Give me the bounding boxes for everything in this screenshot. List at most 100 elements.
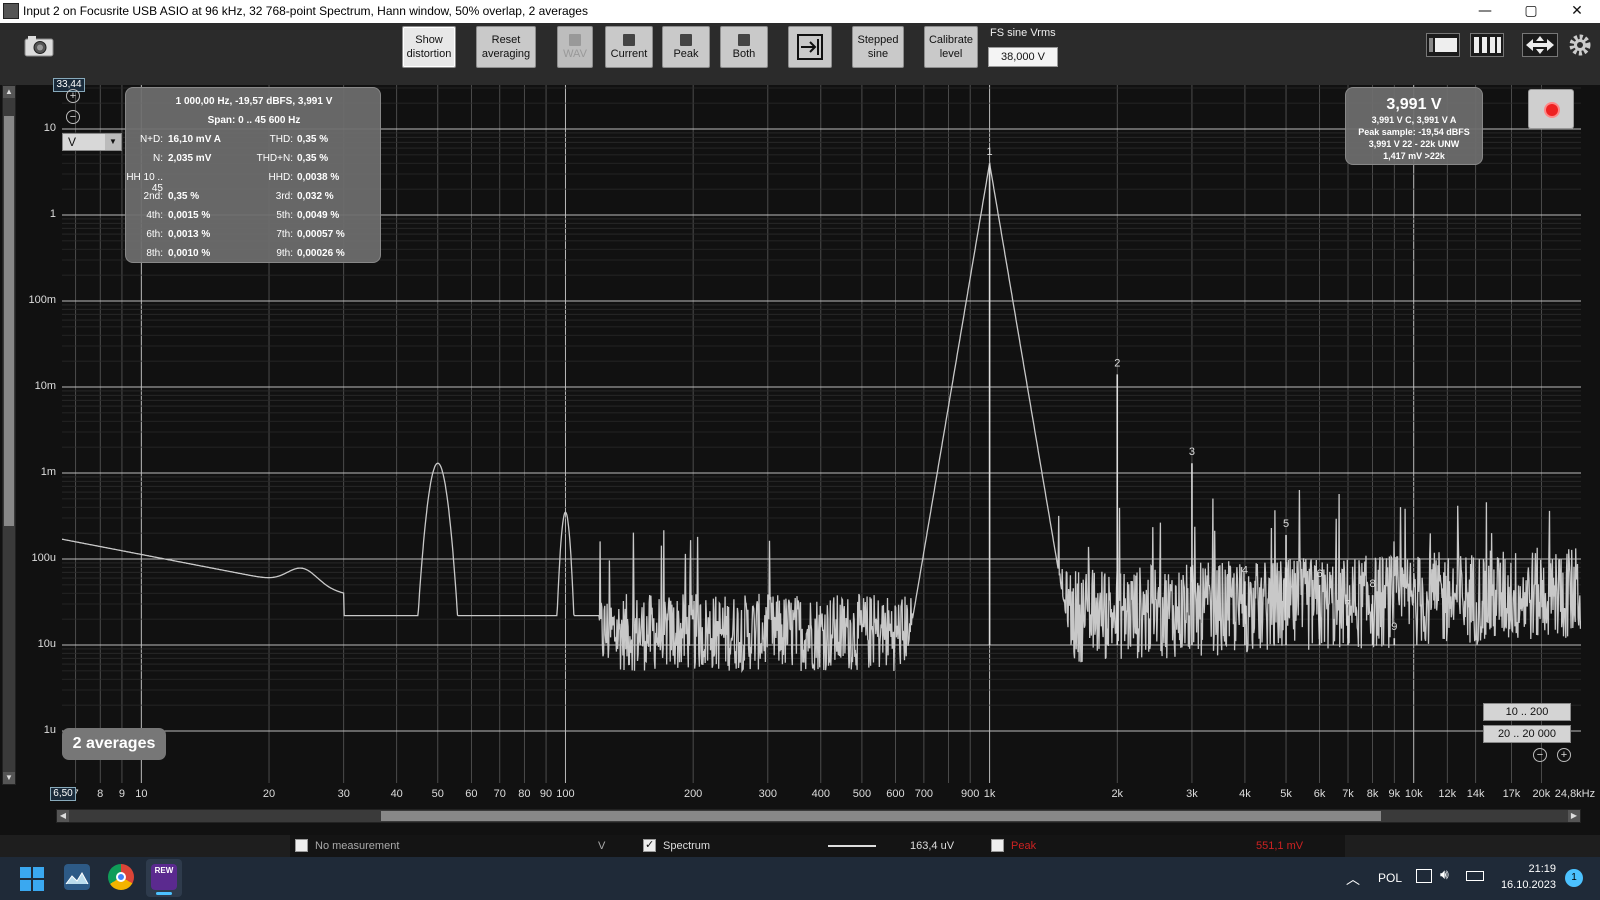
distortion-value: 0,0015 % — [168, 210, 211, 221]
stepped-sine-button[interactable]: Stepped sine — [852, 26, 904, 68]
clock-time[interactable]: 21:19 — [1500, 863, 1556, 875]
spectrum-line-swatch — [828, 845, 876, 847]
chrome-app-icon[interactable] — [108, 864, 134, 890]
peak-button[interactable]: Peak — [662, 26, 710, 68]
volume-icon[interactable]: 🔊︎ — [1440, 867, 1449, 883]
x-tick-label: 300 — [758, 788, 777, 800]
scroll-down-icon[interactable]: ▼ — [3, 772, 15, 784]
record-button[interactable] — [1528, 89, 1574, 129]
scroll-left-icon[interactable]: ◀ — [57, 810, 69, 822]
distortion-value: 0,00026 % — [297, 248, 345, 259]
x-axis-left-value[interactable]: 6,50 — [50, 787, 76, 801]
y-tick-label: 10 — [43, 122, 56, 134]
vertical-scrollbar[interactable]: ▲ ▼ — [2, 85, 16, 785]
settings-gear-icon[interactable] — [1568, 33, 1592, 57]
vertical-scroll-thumb[interactable] — [4, 116, 14, 526]
wav-button[interactable]: WAV — [557, 26, 593, 68]
export-button[interactable] — [788, 26, 832, 68]
distortion-value: 0,35 % — [297, 153, 329, 164]
horizontal-scroll-thumb[interactable] — [381, 811, 1381, 821]
x-tick-label: 5k — [1280, 788, 1292, 800]
distortion-label: THD: — [269, 134, 293, 145]
record-icon — [1546, 104, 1558, 116]
language-indicator[interactable]: POL — [1378, 871, 1402, 885]
horizontal-scrollbar[interactable]: ◀ ▶ — [56, 809, 1581, 823]
tray-chevron-icon[interactable]: ︿ — [1346, 869, 1360, 889]
distortion-value: 0,0013 % — [168, 229, 211, 240]
current-label: Current — [610, 47, 648, 60]
network-icon[interactable] — [1416, 869, 1432, 883]
x-tick-label: 7k — [1342, 788, 1354, 800]
peak-checkbox[interactable] — [991, 839, 1004, 852]
x-tick-label: 400 — [811, 788, 830, 800]
y-tick-label: 100m — [28, 294, 56, 306]
x-tick-label: 40 — [390, 788, 403, 800]
x-tick-label: 1k — [983, 788, 996, 800]
unit-select[interactable]: V ▼ — [62, 133, 122, 151]
distortion-span: Span: 0 .. 45 600 Hz — [207, 115, 301, 126]
x-tick-label: 9 — [118, 788, 125, 800]
wav-label: WAV — [563, 47, 587, 60]
x-tick-label: 10k — [1404, 788, 1423, 800]
reset-averaging-label-1: Reset — [491, 34, 521, 46]
calibrate-level-button[interactable]: Calibrate level — [924, 26, 978, 68]
photos-app-icon[interactable] — [64, 864, 90, 890]
spectrum-checkbox[interactable] — [643, 838, 656, 852]
windows-start-icon[interactable] — [20, 867, 44, 891]
y-zoom-out-icon[interactable]: − — [66, 110, 80, 124]
minimize-button[interactable]: — — [1462, 0, 1508, 22]
clock-date[interactable]: 16.10.2023 — [1496, 879, 1556, 891]
rew-taskbar-button[interactable]: REW — [146, 859, 182, 897]
app-icon — [3, 3, 19, 19]
maximize-button[interactable]: ▢ — [1508, 0, 1554, 22]
graph-area[interactable]: ▲ ▼ 123456789 101100m10m1m100u10u1u 7891… — [0, 78, 1600, 835]
x-tick-label: 700 — [914, 788, 934, 800]
harmonic-label: 9 — [1391, 621, 1397, 633]
x-zoom-out-icon[interactable]: − — [1533, 748, 1547, 762]
range-10-200-button[interactable]: 10 .. 200 — [1483, 703, 1571, 721]
current-button[interactable]: Current — [605, 26, 653, 68]
x-tick-label: 30 — [337, 788, 350, 800]
distortion-label: 5th: — [276, 210, 293, 221]
y-zoom-in-icon[interactable]: + — [66, 89, 80, 103]
notification-badge[interactable]: 1 — [1565, 869, 1583, 887]
harmonic-label: 8 — [1370, 578, 1376, 590]
both-button[interactable]: Both — [720, 26, 768, 68]
show-distortion-button[interactable]: Show distortion — [402, 26, 456, 68]
distortion-value: 0,35 % — [168, 191, 200, 202]
close-button[interactable]: ✕ — [1554, 0, 1600, 22]
calibrate-level-label-1: Calibrate — [928, 34, 974, 46]
x-tick-label: 50 — [431, 788, 444, 800]
x-tick-label: 80 — [518, 788, 531, 800]
x-tick-label: 2k — [1111, 788, 1124, 800]
no-measurement-checkbox[interactable] — [295, 839, 308, 852]
fs-sine-input[interactable]: 38,000 V — [988, 47, 1058, 67]
distortion-value: 0,0049 % — [297, 210, 340, 221]
stepped-sine-label-2: sine — [867, 48, 889, 60]
distortion-label: N+D: — [139, 134, 163, 145]
range-20-20000-button[interactable]: 20 .. 20 000 — [1483, 725, 1571, 743]
calibrate-level-label-2: level — [939, 48, 963, 60]
harmonic-label: 3 — [1189, 446, 1195, 458]
y-tick-label: 10m — [34, 380, 56, 392]
x-tick-label: 3k — [1186, 788, 1198, 800]
scroll-right-icon[interactable]: ▶ — [1568, 810, 1580, 822]
y-tick-label: 1u — [43, 724, 56, 736]
scroll-up-icon[interactable]: ▲ — [3, 86, 15, 98]
y-tick-label: 1m — [40, 466, 56, 478]
fit-view-icon[interactable] — [1522, 33, 1558, 57]
level-line-3: 3,991 V 22 - 22k UNW — [1368, 139, 1460, 149]
columns-icon[interactable] — [1470, 33, 1504, 57]
camera-icon[interactable] — [24, 35, 54, 57]
level-main: 3,991 V — [1386, 96, 1442, 113]
distortion-label: 7th: — [276, 229, 293, 240]
distortion-value: 0,0010 % — [168, 248, 211, 259]
graph-layout-icon[interactable] — [1426, 33, 1460, 57]
legend-unit: V — [598, 840, 606, 852]
battery-icon[interactable] — [1466, 871, 1484, 881]
x-tick-label: 90 — [539, 788, 553, 800]
distortion-value: 2,035 mV — [168, 153, 212, 164]
x-tick-label: 9k — [1388, 788, 1401, 800]
x-zoom-in-icon[interactable]: + — [1557, 748, 1571, 762]
reset-averaging-button[interactable]: Reset averaging — [476, 26, 536, 68]
